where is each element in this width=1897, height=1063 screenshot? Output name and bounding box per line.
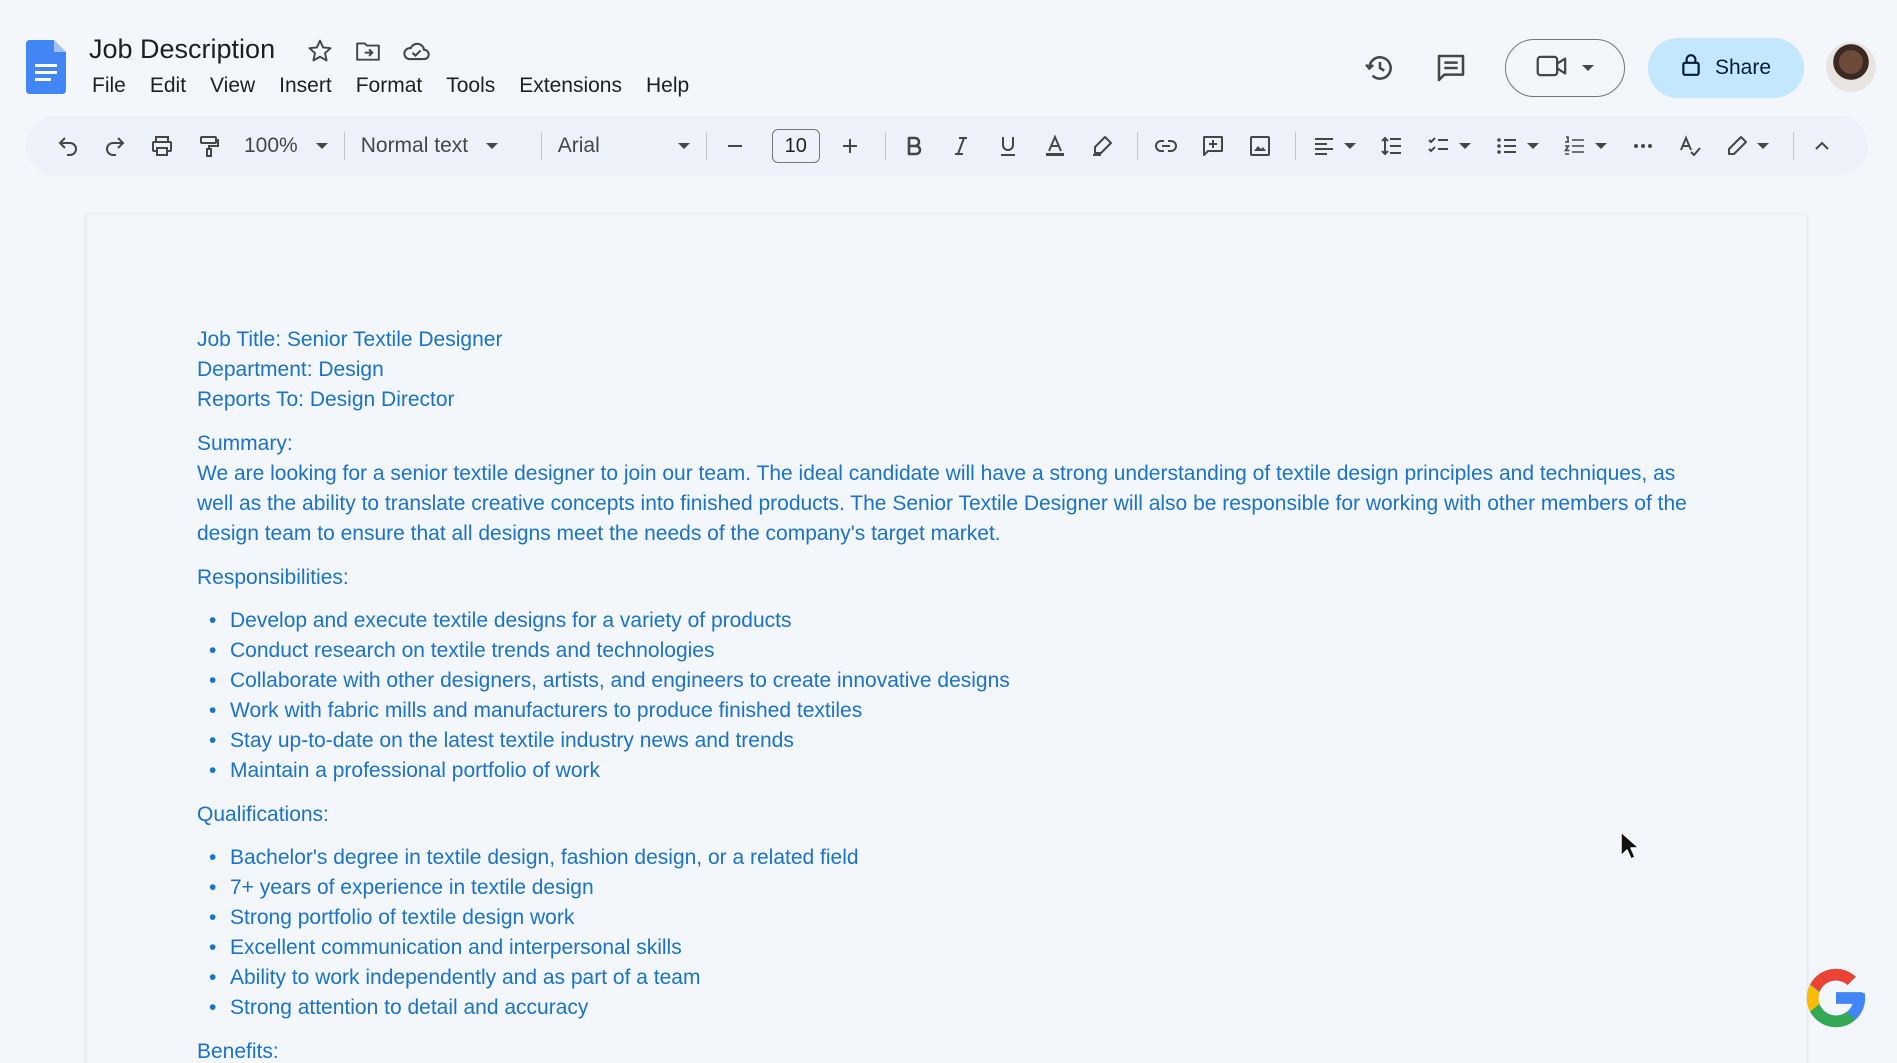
video-camera-icon [1536, 54, 1568, 83]
redo-icon[interactable] [95, 126, 135, 166]
highlight-color-icon[interactable] [1082, 126, 1122, 166]
docs-logo-icon[interactable] [26, 40, 66, 94]
chevron-down-icon[interactable] [1594, 143, 1607, 149]
align-left-icon[interactable] [1304, 126, 1344, 166]
google-logo-icon [1801, 963, 1871, 1033]
benefits-heading: Benefits: [197, 1040, 279, 1063]
text-color-icon[interactable] [1035, 126, 1075, 166]
toolbar-divider [343, 132, 345, 160]
menu-view[interactable]: View [198, 72, 267, 100]
mouse-pointer-icon [1619, 830, 1641, 862]
list-item: Maintain a professional portfolio of wor… [209, 756, 1707, 786]
increase-font-size-icon[interactable] [830, 126, 870, 166]
font-size-input[interactable]: 10 [771, 129, 820, 163]
bold-icon[interactable] [894, 126, 934, 166]
share-label: Share [1714, 56, 1772, 79]
list-item: Develop and execute textile designs for … [209, 606, 1707, 636]
star-icon[interactable] [305, 36, 335, 66]
list-item: 7+ years of experience in textile design [209, 873, 1707, 903]
menu-insert[interactable]: Insert [267, 72, 344, 100]
font-family-value: Arial [557, 134, 600, 157]
list-item: Excellent communication and interpersona… [209, 933, 1707, 963]
bulleted-list-icon[interactable] [1487, 126, 1527, 166]
menu-format[interactable]: Format [344, 72, 435, 100]
department-line: Department: Design [197, 358, 384, 381]
list-item: Stay up-to-date on the latest textile in… [209, 726, 1707, 756]
lock-icon [1681, 53, 1701, 83]
insert-image-icon[interactable] [1240, 126, 1280, 166]
paragraph-style-select[interactable]: Normal text [353, 134, 533, 158]
underline-icon[interactable] [988, 126, 1028, 166]
reports-to-line: Reports To: Design Director [197, 388, 455, 411]
toolbar-divider [1294, 132, 1296, 160]
qualifications-list: Bachelor's degree in textile design, fas… [197, 843, 1707, 1023]
comments-icon[interactable] [1426, 43, 1476, 93]
chevron-down-icon[interactable] [1526, 143, 1539, 149]
line-spacing-icon[interactable] [1372, 126, 1412, 166]
font-family-select[interactable]: Arial [550, 134, 698, 158]
chevron-down-icon[interactable] [1343, 143, 1356, 149]
chevron-down-icon [677, 143, 690, 149]
paragraph-style-value: Normal text [360, 134, 469, 157]
add-comment-icon[interactable] [1193, 126, 1233, 166]
spelling-icon[interactable] [1670, 126, 1710, 166]
toolbar-divider [1136, 132, 1138, 160]
header: Job Description File Edit View Insert Fo… [0, 0, 1897, 110]
formatting-toolbar: 100% Normal text Arial 10 [26, 116, 1868, 176]
menu-bar: File Edit View Insert Format Tools Exten… [80, 72, 701, 100]
insert-link-icon[interactable] [1146, 126, 1186, 166]
list-item: Collaborate with other designers, artist… [209, 666, 1707, 696]
decrease-font-size-icon[interactable] [715, 126, 755, 166]
list-item: Ability to work independently and as par… [209, 963, 1707, 993]
menu-extensions[interactable]: Extensions [507, 72, 634, 100]
more-options-icon[interactable] [1623, 126, 1663, 166]
chevron-down-icon [1582, 65, 1594, 71]
cloud-saved-icon[interactable] [401, 36, 431, 66]
chevron-down-icon[interactable] [1458, 143, 1471, 149]
document-body[interactable]: Job Title: Senior Textile Designer Depar… [197, 325, 1707, 1063]
print-icon[interactable] [142, 126, 182, 166]
zoom-value: 100% [244, 134, 298, 157]
editing-mode-icon[interactable] [1717, 126, 1757, 166]
list-item: Bachelor's degree in textile design, fas… [209, 843, 1707, 873]
numbered-list-icon[interactable] [1555, 126, 1595, 166]
toolbar-divider [705, 132, 707, 160]
job-title-line: Job Title: Senior Textile Designer [197, 328, 503, 351]
toolbar-divider [1792, 132, 1794, 160]
responsibilities-heading: Responsibilities: [197, 566, 349, 589]
responsibilities-list: Develop and execute textile designs for … [197, 606, 1707, 786]
version-history-icon[interactable] [1355, 43, 1405, 93]
list-item: Strong portfolio of textile design work [209, 903, 1707, 933]
chevron-down-icon [315, 143, 328, 149]
zoom-select[interactable]: 100% [236, 134, 336, 158]
menu-file[interactable]: File [80, 72, 138, 100]
menu-edit[interactable]: Edit [138, 72, 198, 100]
meet-button[interactable] [1505, 39, 1625, 97]
list-item: Work with fabric mills and manufacturers… [209, 696, 1707, 726]
paint-format-icon[interactable] [189, 126, 229, 166]
chevron-down-icon[interactable] [1756, 143, 1769, 149]
toolbar-divider [884, 132, 886, 160]
move-folder-icon[interactable] [353, 36, 383, 66]
checklist-icon[interactable] [1419, 126, 1459, 166]
summary-paragraph: We are looking for a senior textile desi… [197, 462, 1687, 545]
italic-icon[interactable] [941, 126, 981, 166]
toolbar-divider [540, 132, 542, 160]
document-title[interactable]: Job Description [89, 34, 275, 65]
qualifications-heading: Qualifications: [197, 803, 329, 826]
hide-menus-icon[interactable] [1802, 126, 1842, 166]
menu-help[interactable]: Help [634, 72, 701, 100]
menu-tools[interactable]: Tools [434, 72, 507, 100]
undo-icon[interactable] [48, 126, 88, 166]
list-item: Conduct research on textile trends and t… [209, 636, 1707, 666]
avatar[interactable] [1826, 42, 1876, 92]
summary-heading: Summary: [197, 432, 293, 455]
chevron-down-icon [486, 143, 499, 149]
list-item: Strong attention to detail and accuracy [209, 993, 1707, 1023]
share-button[interactable]: Share [1648, 38, 1804, 98]
